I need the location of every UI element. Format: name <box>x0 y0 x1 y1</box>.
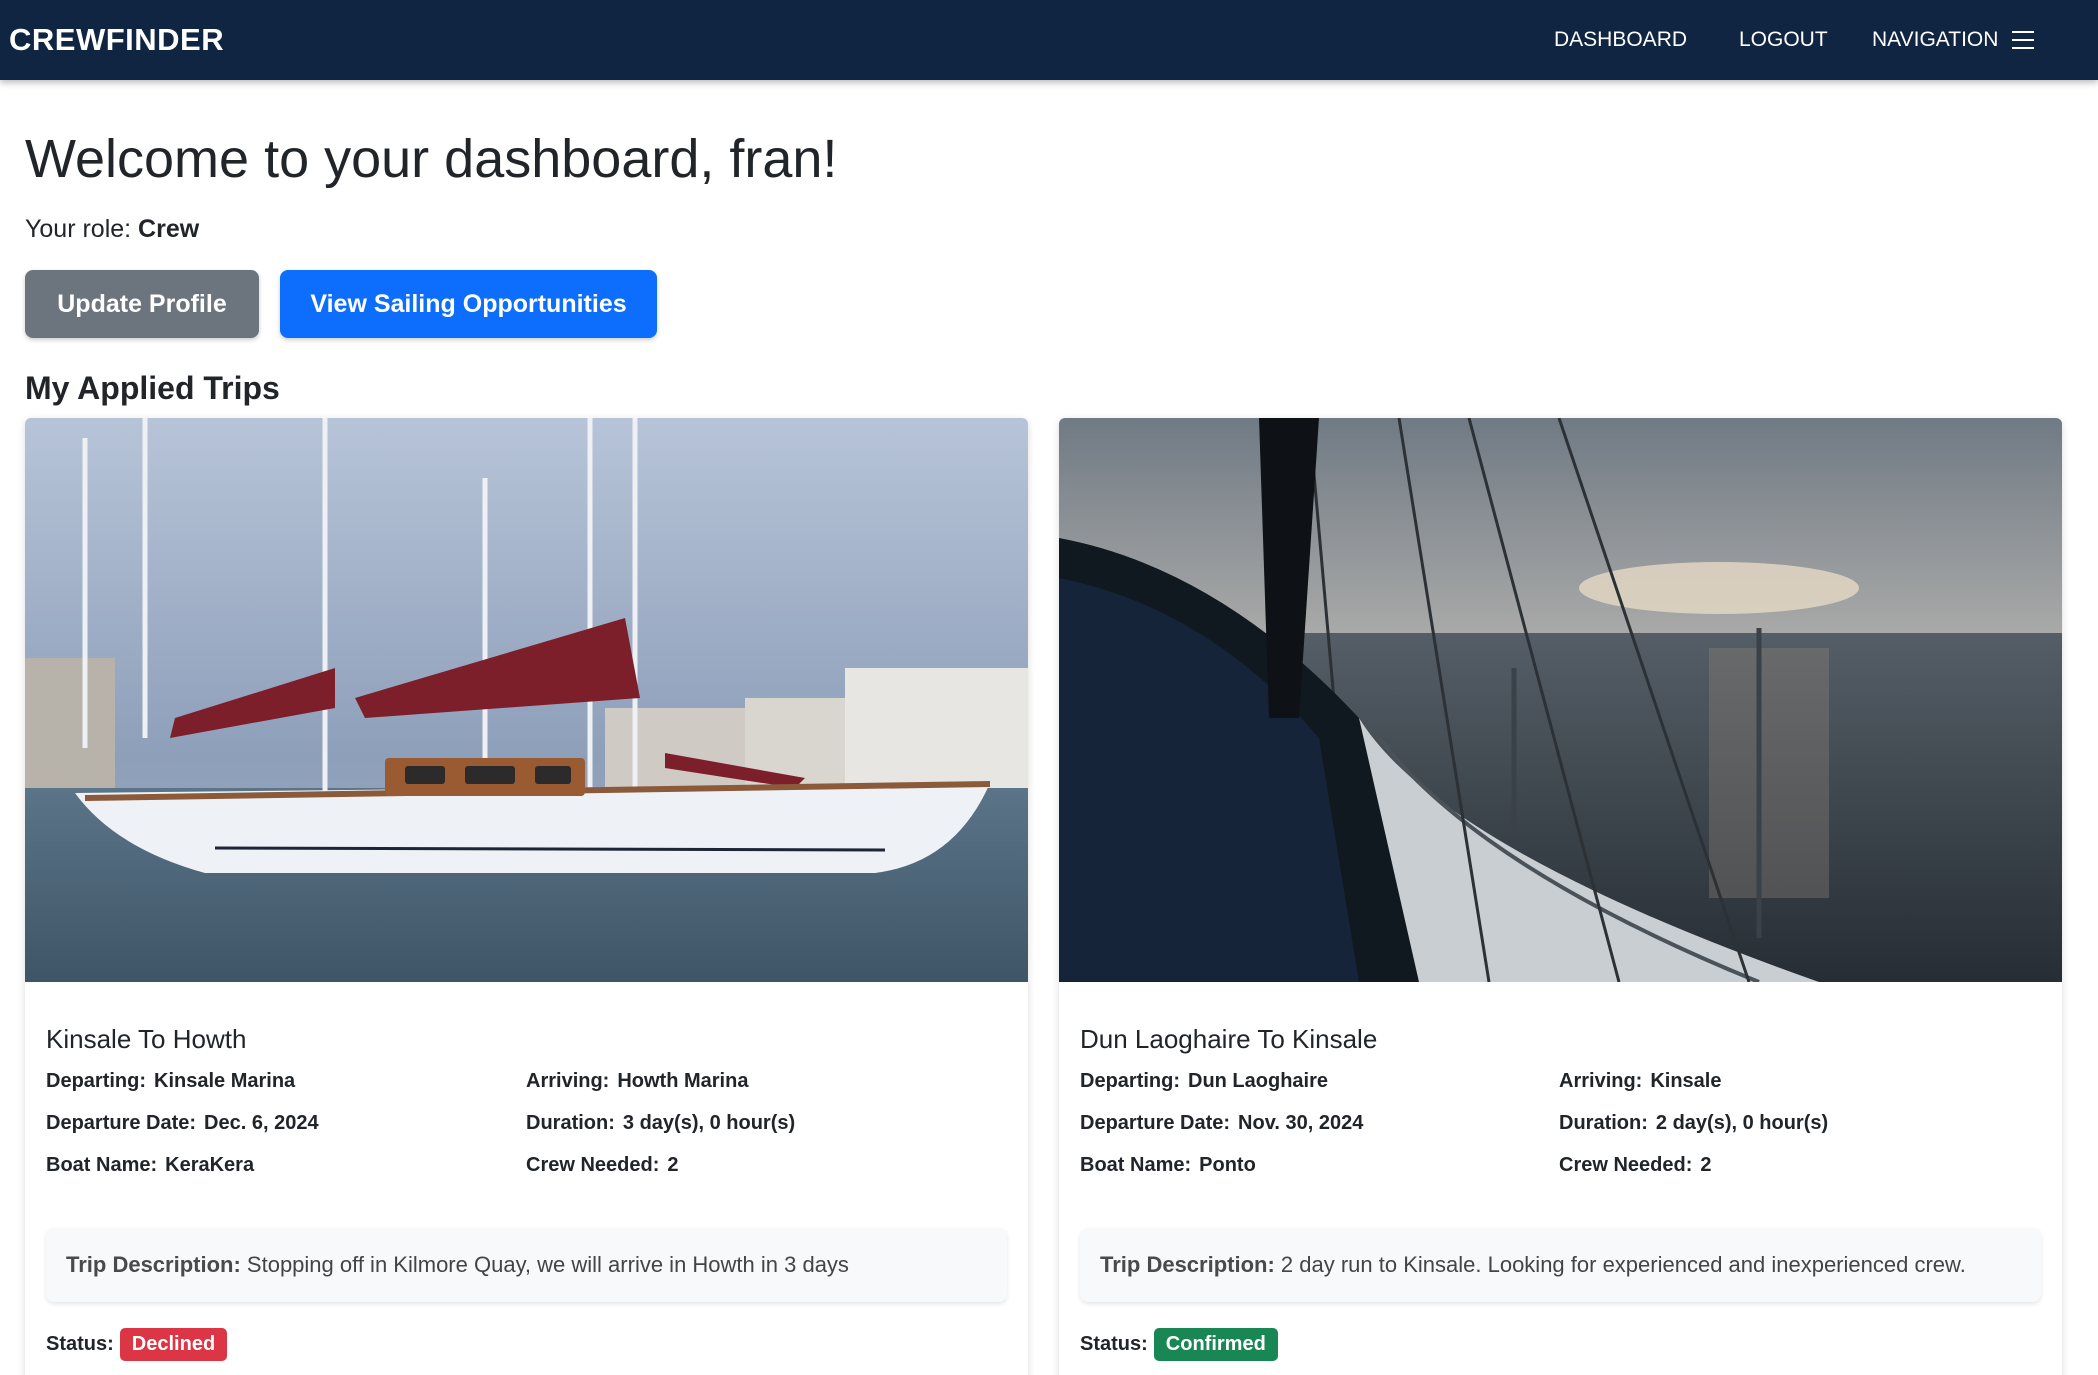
brand-logo[interactable]: CREWFINDER <box>9 22 224 58</box>
hamburger-icon[interactable] <box>2012 31 2034 49</box>
trip-card: Dun Laoghaire To Kinsale Departing: Dun L… <box>1059 418 2062 1375</box>
departing-field: Departing: Kinsale Marina <box>46 1070 296 1092</box>
nav-link-navigation[interactable]: NAVIGATION <box>1872 28 1998 52</box>
nav-link-dashboard[interactable]: DASHBOARD <box>1554 28 1687 52</box>
arriving-field: Arriving: Kinsale <box>1559 1070 1722 1092</box>
status-label: Status: <box>1080 1333 1148 1355</box>
trip-title: Kinsale To Howth <box>46 1024 247 1054</box>
trip-card: Kinsale To Howth Departing: Kinsale Marin… <box>25 418 1028 1375</box>
boat-name-field: Boat Name: Ponto <box>1080 1154 1256 1176</box>
section-title: My Applied Trips <box>25 370 280 406</box>
crew-needed-field: Crew Needed: 2 <box>1559 1154 1712 1176</box>
role-value: Crew <box>138 215 200 243</box>
departure-date-field: Departure Date: Dec. 6, 2024 <box>46 1112 319 1134</box>
departure-date-field: Departure Date: Nov. 30, 2024 <box>1080 1112 1364 1134</box>
status-badge: Confirmed <box>1153 1328 1278 1361</box>
page-title: Welcome to your dashboard, fran! <box>25 129 838 189</box>
trip-description: Trip Description: Stopping off in Kilmor… <box>46 1228 1007 1302</box>
trip-description: Trip Description: 2 day run to Kinsale. … <box>1080 1228 2041 1302</box>
status-line: Status: Confirmed <box>1080 1328 1278 1361</box>
crew-needed-field: Crew Needed: 2 <box>526 1154 679 1176</box>
arriving-field: Arriving: Howth Marina <box>526 1070 749 1092</box>
top-navbar: CREWFINDER DASHBOARD LOGOUT NAVIGATION <box>0 0 2098 80</box>
nav-link-logout[interactable]: LOGOUT <box>1739 28 1828 52</box>
status-line: Status: Declined <box>46 1328 228 1361</box>
status-badge: Declined <box>119 1328 228 1361</box>
view-sailing-opportunities-button[interactable]: View Sailing Opportunities <box>280 270 657 338</box>
trip-title: Dun Laoghaire To Kinsale <box>1080 1024 1378 1054</box>
departing-field: Departing: Dun Laoghaire <box>1080 1070 1329 1092</box>
status-label: Status: <box>46 1333 114 1355</box>
trip-image <box>1059 418 2062 982</box>
boat-name-field: Boat Name: KeraKera <box>46 1154 255 1176</box>
duration-field: Duration: 2 day(s), 0 hour(s) <box>1559 1112 1829 1134</box>
trip-image <box>25 418 1028 982</box>
role-label: Your role: <box>25 215 132 243</box>
update-profile-button[interactable]: Update Profile <box>25 270 259 338</box>
duration-field: Duration: 3 day(s), 0 hour(s) <box>526 1112 796 1134</box>
role-line: Your role: Crew <box>25 215 199 244</box>
